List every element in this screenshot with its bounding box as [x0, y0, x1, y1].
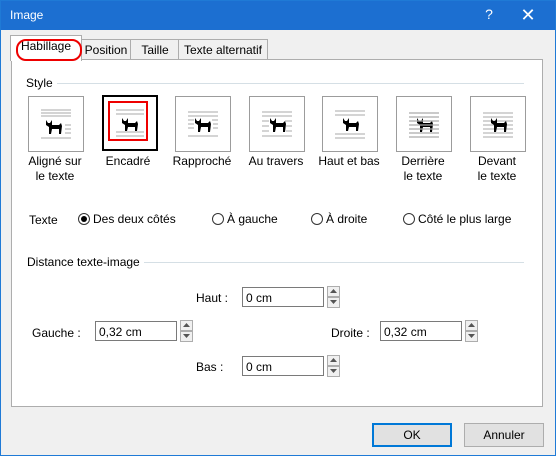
tab-label: Texte alternatif	[183, 43, 263, 57]
gauche-label: Gauche :	[32, 326, 81, 340]
style-label-derriere: Derrière le texte	[383, 154, 463, 184]
arrow-down-icon	[330, 369, 337, 373]
style-label-rapproche: Rapproché	[162, 154, 242, 169]
arrow-down-icon	[468, 334, 475, 338]
title-bar[interactable]: Image ? ✕	[1, 1, 555, 30]
through-wrap-icon	[262, 111, 292, 137]
help-button[interactable]: ?	[479, 6, 499, 22]
group-divider	[28, 83, 524, 84]
tab-texte-alternatif[interactable]: Texte alternatif	[178, 39, 268, 60]
ok-button[interactable]: OK	[372, 423, 452, 447]
dialog-title: Image	[10, 8, 44, 22]
bas-label: Bas :	[196, 360, 224, 374]
bas-input[interactable]: 0 cm	[242, 356, 324, 376]
inline-icon	[41, 109, 71, 139]
arrow-up-icon	[330, 289, 337, 293]
style-group-label: Style	[26, 76, 57, 90]
distance-group-label: Distance texte-image	[27, 255, 144, 269]
arrow-up-icon	[330, 358, 337, 362]
radio-label: À droite	[326, 212, 368, 226]
style-haut-et-bas-button[interactable]	[322, 96, 378, 152]
close-button[interactable]: ✕	[515, 4, 541, 26]
spin-up-button[interactable]	[180, 320, 193, 331]
behind-text-icon	[409, 112, 439, 138]
haut-label: Haut :	[196, 291, 229, 305]
style-label-devant: Devant le texte	[457, 154, 537, 184]
style-au-travers-button[interactable]	[249, 96, 305, 152]
radio-icon	[212, 213, 224, 225]
haut-input[interactable]: 0 cm	[242, 287, 324, 307]
radio-checked-icon	[78, 213, 90, 225]
radio-label: Des deux côtés	[93, 212, 176, 226]
gauche-input[interactable]: 0,32 cm	[95, 321, 177, 341]
style-label-encadre: Encadré	[88, 154, 168, 169]
label-line: Haut et bas	[318, 154, 380, 168]
label-line: Derrière	[401, 154, 445, 168]
label-line: Aligné sur	[28, 154, 82, 168]
droite-input[interactable]: 0,32 cm	[380, 321, 462, 341]
radio-a-gauche[interactable]: À gauche	[212, 212, 278, 226]
spin-up-button[interactable]	[465, 320, 478, 331]
radio-label: À gauche	[227, 212, 278, 226]
spin-down-button[interactable]	[327, 366, 340, 377]
label-line: Devant	[477, 154, 517, 168]
square-wrap-icon	[116, 109, 144, 137]
radio-cote-le-plus-large[interactable]: Côté le plus large	[403, 212, 511, 226]
tab-taille[interactable]: Taille	[130, 39, 180, 60]
image-dialog: Image ? ✕ Habillage Position Taille Text…	[0, 0, 556, 456]
spin-up-button[interactable]	[327, 286, 340, 297]
style-aligne-button[interactable]	[28, 96, 84, 152]
radio-a-droite[interactable]: À droite	[311, 212, 367, 226]
tight-wrap-icon	[188, 111, 218, 137]
spin-down-button[interactable]	[327, 297, 340, 308]
spin-down-button[interactable]	[180, 331, 193, 342]
arrow-up-icon	[183, 323, 190, 327]
radio-des-deux-cotes[interactable]: Des deux côtés	[78, 212, 176, 226]
style-rapproche-button[interactable]	[175, 96, 231, 152]
bas-spinner[interactable]	[327, 355, 340, 377]
droite-spinner[interactable]	[465, 320, 478, 342]
label-line: le texte	[403, 169, 443, 183]
cancel-button[interactable]: Annuler	[464, 423, 544, 447]
style-label-aligne: Aligné sur le texte	[15, 154, 95, 184]
tab-habillage[interactable]: Habillage	[10, 35, 82, 61]
label-line: le texte	[477, 169, 517, 183]
haut-spinner[interactable]	[327, 286, 340, 308]
droite-label: Droite :	[331, 326, 370, 340]
label-line: Encadré	[105, 154, 151, 168]
style-devant-button[interactable]	[470, 96, 526, 152]
style-derriere-button[interactable]	[396, 96, 452, 152]
radio-icon	[403, 213, 415, 225]
tab-panel: Style Aligné sur le texte Encadré Rappro…	[11, 59, 543, 407]
tab-position[interactable]: Position	[80, 39, 132, 60]
style-label-au-travers: Au travers	[236, 154, 316, 169]
top-bottom-wrap-icon	[335, 110, 365, 139]
tab-label: Position	[84, 43, 128, 57]
tab-label: Taille	[141, 43, 169, 57]
spin-down-button[interactable]	[465, 331, 478, 342]
texte-label: Texte	[29, 213, 58, 227]
highlight-circle	[16, 39, 82, 61]
label-line: le texte	[35, 169, 75, 183]
radio-label: Côté le plus large	[418, 212, 512, 226]
spin-up-button[interactable]	[327, 355, 340, 366]
style-label-haut-et-bas: Haut et bas	[309, 154, 389, 169]
label-line: Au travers	[248, 154, 304, 168]
gauche-spinner[interactable]	[180, 320, 193, 342]
arrow-down-icon	[183, 334, 190, 338]
radio-icon	[311, 213, 323, 225]
label-line: Rapproché	[172, 154, 232, 168]
style-encadre-button[interactable]	[102, 95, 158, 151]
in-front-text-icon	[483, 112, 513, 138]
arrow-up-icon	[468, 323, 475, 327]
arrow-down-icon	[330, 300, 337, 304]
